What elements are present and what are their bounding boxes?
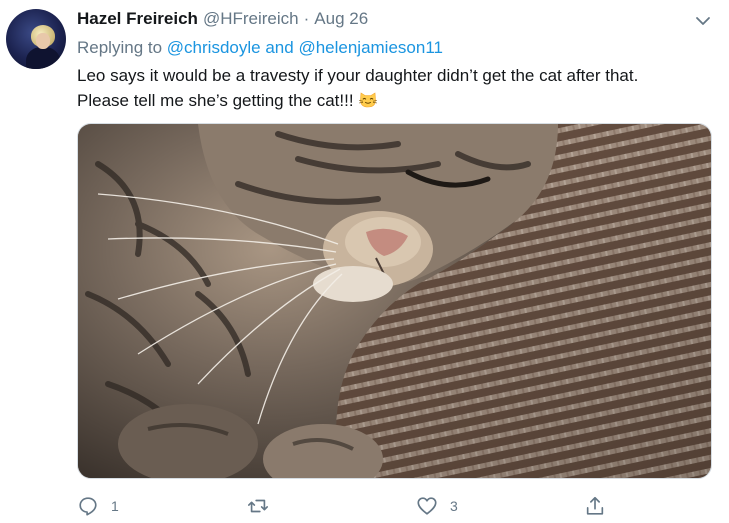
tweet[interactable]: Hazel Freireich @HFreireich · Aug 26 Rep… <box>0 0 729 523</box>
tweet-actions: 1 3 <box>77 491 637 521</box>
reply-conjunction: and <box>265 38 294 57</box>
reply-icon[interactable] <box>77 495 99 517</box>
cat-face-emoji-icon <box>358 92 377 108</box>
author-handle[interactable]: @HFreireich <box>203 9 299 29</box>
replying-prefix: Replying to <box>77 38 163 57</box>
cat-photo-image <box>78 124 711 478</box>
tweet-text-line-2-wrap: Please tell me she’s getting the cat!!! <box>77 88 717 113</box>
retweet-icon[interactable] <box>247 495 269 517</box>
chevron-down-icon[interactable] <box>694 12 712 30</box>
author-name[interactable]: Hazel Freireich <box>77 9 198 29</box>
heart-icon[interactable] <box>416 495 438 517</box>
replying-to: Replying to @chrisdoyle and @helenjamies… <box>77 38 443 58</box>
like-action[interactable]: 3 <box>416 491 458 521</box>
tweet-text-line-2: Please tell me she’s getting the cat!!! <box>77 91 354 110</box>
tweet-photo[interactable] <box>77 123 712 479</box>
avatar[interactable] <box>6 9 66 69</box>
reply-user-link-1[interactable]: @chrisdoyle <box>167 38 261 57</box>
share-action[interactable] <box>584 491 606 521</box>
retweet-action[interactable] <box>247 491 281 521</box>
tweet-header: Hazel Freireich @HFreireich · Aug 26 <box>77 9 368 33</box>
reply-user-link-2[interactable]: @helenjamieson11 <box>298 38 443 57</box>
tweet-text-line-1: Leo says it would be a travesty if your … <box>77 66 639 85</box>
avatar-body <box>26 47 60 69</box>
like-count: 3 <box>450 498 458 514</box>
tweet-date[interactable]: Aug 26 <box>314 9 368 29</box>
avatar-face <box>36 33 50 49</box>
reply-action[interactable]: 1 <box>77 491 119 521</box>
header-separator: · <box>303 9 310 28</box>
tweet-text: Leo says it would be a travesty if your … <box>77 63 717 113</box>
share-icon[interactable] <box>584 495 606 517</box>
reply-count: 1 <box>111 498 119 514</box>
